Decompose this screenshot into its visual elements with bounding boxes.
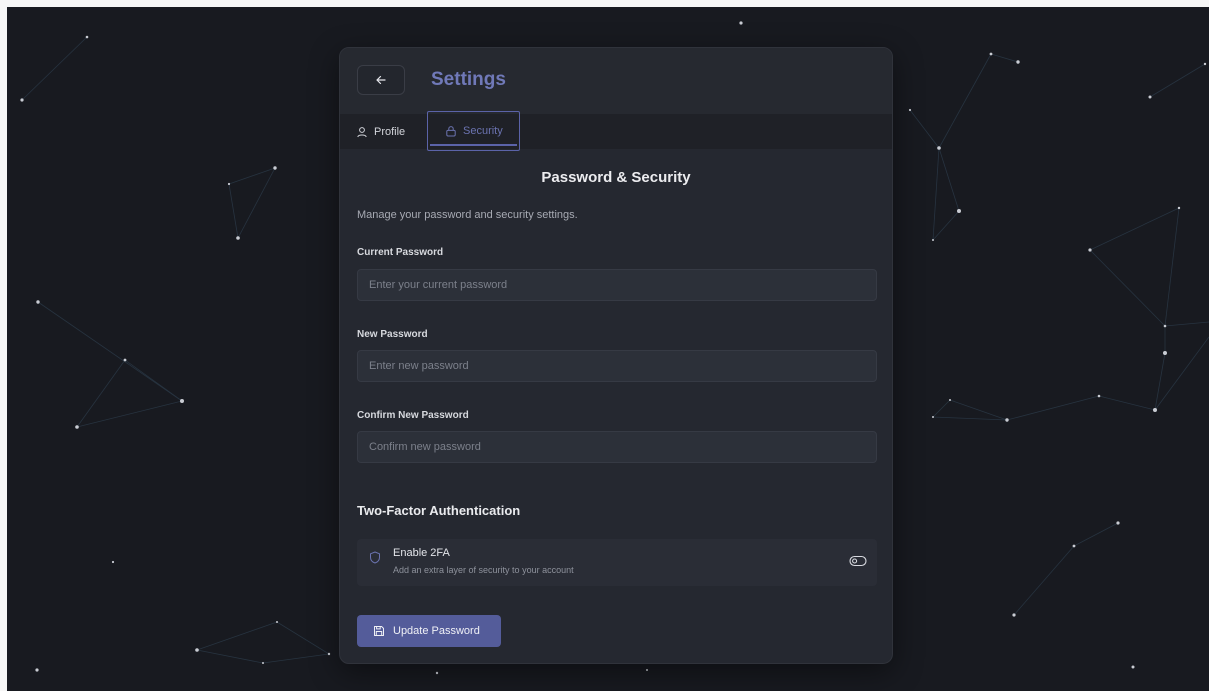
section-description: Manage your password and security settin… [357, 209, 578, 221]
enable-2fa-description: Add an extra layer of security to your a… [393, 565, 574, 575]
browser-left-edge [0, 7, 7, 691]
toggle-off-icon[interactable] [849, 554, 867, 568]
settings-tabs: Profile Security [340, 111, 892, 151]
confirm-password-input[interactable] [357, 431, 877, 463]
settings-panel: Settings Profile Security Password & Sec… [339, 47, 893, 664]
enable-2fa-label: Enable 2FA [393, 547, 450, 559]
tab-security-label: Security [463, 125, 503, 137]
current-password-label: Current Password [357, 247, 444, 258]
shield-icon [370, 551, 380, 564]
user-icon [357, 126, 367, 137]
confirm-password-label: Confirm New Password [357, 410, 469, 421]
lock-icon [446, 126, 456, 137]
update-password-label: Update Password [393, 625, 480, 637]
tab-security[interactable]: Security [427, 111, 520, 151]
settings-header: Settings [340, 48, 892, 114]
two-factor-row: Enable 2FA Add an extra layer of securit… [357, 539, 877, 586]
back-button[interactable] [357, 65, 405, 95]
arrow-left-icon [376, 75, 386, 85]
two-factor-title: Two-Factor Authentication [357, 503, 521, 518]
tab-profile-label: Profile [374, 125, 406, 138]
section-title: Password & Security [541, 169, 691, 186]
new-password-input[interactable] [357, 350, 877, 382]
tab-profile[interactable]: Profile [356, 114, 405, 149]
current-password-input[interactable] [357, 269, 877, 301]
browser-top-edge [0, 0, 1209, 7]
new-password-label: New Password [357, 329, 428, 340]
active-tab-indicator [430, 144, 517, 146]
update-password-button[interactable]: Update Password [357, 615, 501, 647]
save-icon [374, 626, 384, 636]
page-title: Settings [431, 69, 506, 90]
